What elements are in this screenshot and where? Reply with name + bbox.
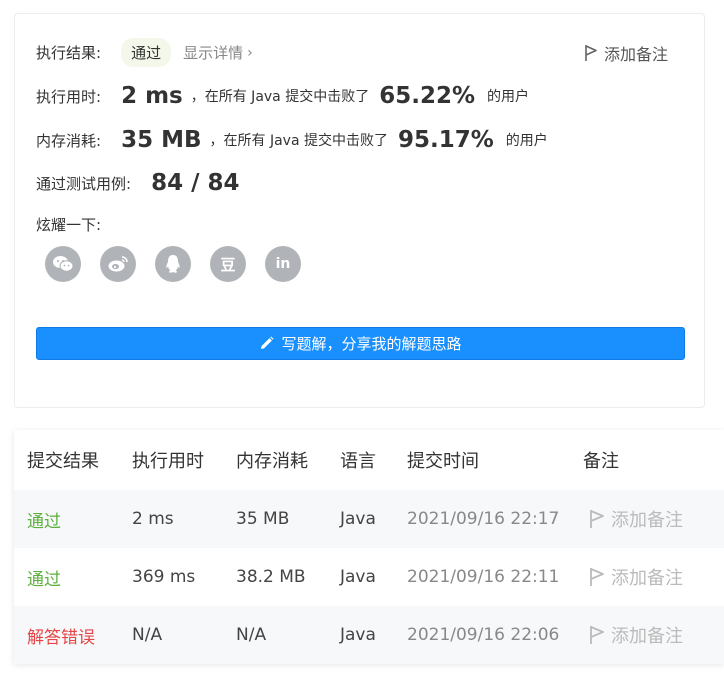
row-note-label: 添加备注 xyxy=(611,626,683,647)
linkedin-glyph: in xyxy=(275,256,291,272)
table-row[interactable]: 解答错误 N/A N/A Java 2021/09/16 22:06 添加备注 xyxy=(14,606,724,664)
runtime-beat-text: ，在所有 Java 提交中击败了 xyxy=(190,89,370,105)
memory-label: 内存消耗: xyxy=(36,131,102,150)
memory-suffix: 的用户 xyxy=(505,133,548,149)
header-runtime: 执行用时 xyxy=(132,451,204,472)
table-row[interactable]: 通过 369 ms 38.2 MB Java 2021/09/16 22:11 … xyxy=(14,548,724,606)
chevron-right-icon: › xyxy=(247,44,253,61)
result-label: 执行结果: xyxy=(36,44,102,62)
row-add-note-button[interactable]: 添加备注 xyxy=(583,622,683,648)
row-submit-time: 2021/09/16 22:11 xyxy=(407,567,560,587)
runtime-value: 2 ms xyxy=(121,83,183,109)
weibo-icon[interactable] xyxy=(100,246,136,282)
row-language: Java xyxy=(340,625,376,645)
row-memory: 35 MB xyxy=(236,509,290,529)
result-card: 执行结果: 通过 显示详情 › 添加备注 执行用时: 2 ms ，在所有 Jav… xyxy=(14,13,705,408)
row-submit-time: 2021/09/16 22:17 xyxy=(407,509,560,529)
memory-value: 35 MB xyxy=(121,127,202,153)
row-language: Java xyxy=(340,509,376,529)
write-solution-label: 写题解，分享我的解题思路 xyxy=(281,335,462,353)
row-note-label: 添加备注 xyxy=(611,568,683,589)
douban-glyph: 豆 xyxy=(220,255,236,274)
wechat-icon[interactable] xyxy=(45,246,81,282)
show-details-link[interactable]: 显示详情 › xyxy=(183,42,253,63)
add-note-button[interactable]: 添加备注 xyxy=(584,41,668,65)
flag-icon xyxy=(590,626,604,644)
flag-icon xyxy=(590,510,604,528)
linkedin-icon[interactable]: in xyxy=(265,246,301,282)
row-runtime: 369 ms xyxy=(132,567,196,587)
add-note-label: 添加备注 xyxy=(603,45,668,64)
row-runtime: 2 ms xyxy=(132,509,174,529)
header-submit-time: 提交时间 xyxy=(407,451,479,472)
show-details-label: 显示详情 xyxy=(183,44,244,62)
pencil-icon xyxy=(261,336,274,349)
row-language: Java xyxy=(340,567,376,587)
header-language: 语言 xyxy=(340,451,376,472)
header-status: 提交结果 xyxy=(27,451,99,472)
table-row[interactable]: 通过 2 ms 35 MB Java 2021/09/16 22:17 添加备注 xyxy=(14,490,724,548)
row-submit-time: 2021/09/16 22:06 xyxy=(407,625,560,645)
tests-value: 84 / 84 xyxy=(151,170,240,196)
flag-icon xyxy=(590,568,604,586)
runtime-label: 执行用时: xyxy=(36,87,102,106)
runtime-row: 执行用时: 2 ms ，在所有 Java 提交中击败了 65.22% 的用户 xyxy=(36,83,529,109)
runtime-percent: 65.22% xyxy=(379,83,476,109)
memory-row: 内存消耗: 35 MB ，在所有 Java 提交中击败了 95.17% 的用户 xyxy=(36,127,548,153)
qq-icon[interactable] xyxy=(155,246,191,282)
memory-beat-text: ，在所有 Java 提交中击败了 xyxy=(209,133,388,149)
table-header: 提交结果 执行用时 内存消耗 语言 提交时间 备注 xyxy=(14,430,724,490)
result-row: 执行结果: 通过 显示详情 › xyxy=(36,38,253,67)
header-note: 备注 xyxy=(583,451,619,472)
row-add-note-button[interactable]: 添加备注 xyxy=(583,564,683,590)
memory-percent: 95.17% xyxy=(397,127,494,153)
row-memory: 38.2 MB xyxy=(236,567,306,587)
flag-icon xyxy=(585,45,597,61)
row-note-label: 添加备注 xyxy=(611,510,683,531)
share-row: 炫耀一下: xyxy=(36,214,101,235)
row-status[interactable]: 解答错误 xyxy=(27,623,95,648)
row-status[interactable]: 通过 xyxy=(27,565,61,590)
douban-icon[interactable]: 豆 xyxy=(210,246,246,282)
share-label: 炫耀一下: xyxy=(36,216,102,234)
runtime-suffix: 的用户 xyxy=(487,89,530,105)
status-badge: 通过 xyxy=(121,38,172,67)
tests-row: 通过测试用例: 84 / 84 xyxy=(36,170,240,196)
row-add-note-button[interactable]: 添加备注 xyxy=(583,506,683,532)
header-memory: 内存消耗 xyxy=(236,451,308,472)
row-status[interactable]: 通过 xyxy=(27,507,61,532)
tests-label: 通过测试用例: xyxy=(36,174,132,193)
write-solution-button[interactable]: 写题解，分享我的解题思路 xyxy=(36,327,685,360)
row-memory: N/A xyxy=(236,625,267,645)
share-icons: 豆 in xyxy=(45,246,301,282)
row-runtime: N/A xyxy=(132,625,163,645)
submissions-table: 提交结果 执行用时 内存消耗 语言 提交时间 备注 通过 2 ms 35 MB … xyxy=(14,430,724,664)
